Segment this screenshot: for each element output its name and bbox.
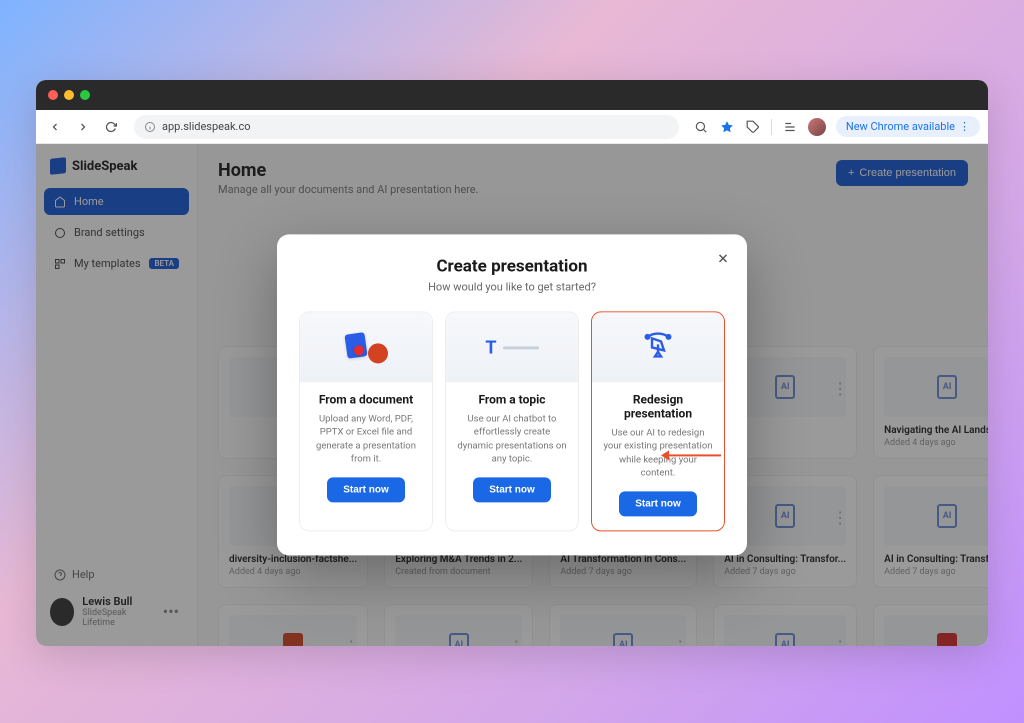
- option-description: Use our AI to redesign your existing pre…: [592, 426, 724, 479]
- app-body: SlideSpeak Home Brand settings My templa…: [36, 144, 988, 646]
- close-icon: [716, 251, 730, 265]
- option-from-document[interactable]: From a document Upload any Word, PDF, PP…: [299, 311, 433, 531]
- close-modal-button[interactable]: [713, 248, 733, 268]
- modal-options: From a document Upload any Word, PDF, PP…: [299, 311, 725, 531]
- maximize-window-button[interactable]: [80, 90, 90, 100]
- forward-button[interactable]: [72, 116, 94, 138]
- reload-button[interactable]: [100, 116, 122, 138]
- browser-toolbar: app.slidespeak.co New Chrome available ⋮: [36, 110, 988, 144]
- start-now-button[interactable]: Start now: [473, 478, 551, 503]
- url-text: app.slidespeak.co: [162, 120, 250, 133]
- powerpoint-icon: [368, 343, 388, 363]
- text-cursor-icon: T: [485, 337, 496, 358]
- option-title: From a document: [311, 392, 421, 406]
- profile-avatar[interactable]: [808, 118, 826, 136]
- pen-vector-icon: [640, 329, 676, 365]
- window-titlebar: [36, 80, 988, 110]
- option-redesign-presentation[interactable]: Redesign presentation Use our AI to rede…: [591, 311, 725, 531]
- address-bar[interactable]: app.slidespeak.co: [134, 115, 679, 139]
- close-window-button[interactable]: [48, 90, 58, 100]
- document-illustration: [300, 312, 432, 382]
- browser-window: app.slidespeak.co New Chrome available ⋮: [36, 80, 988, 646]
- start-now-button[interactable]: Start now: [327, 478, 405, 503]
- separator: [771, 119, 772, 135]
- modal-subtitle: How would you like to get started?: [299, 280, 725, 293]
- option-description: Upload any Word, PDF, PPTX or Excel file…: [300, 412, 432, 465]
- back-button[interactable]: [44, 116, 66, 138]
- topic-illustration: T: [446, 312, 578, 382]
- start-now-button[interactable]: Start now: [619, 492, 697, 517]
- option-title: From a topic: [470, 392, 553, 406]
- modal-title: Create presentation: [299, 256, 725, 276]
- create-presentation-modal: Create presentation How would you like t…: [277, 234, 747, 555]
- media-control-icon[interactable]: [782, 119, 798, 135]
- chrome-update-pill[interactable]: New Chrome available ⋮: [836, 116, 980, 137]
- option-from-topic[interactable]: T From a topic Use our AI chatbot to eff…: [445, 311, 579, 531]
- bookmark-star-icon[interactable]: [719, 119, 735, 135]
- toolbar-right: New Chrome available ⋮: [693, 116, 980, 137]
- extensions-icon[interactable]: [745, 119, 761, 135]
- site-info-icon: [144, 121, 156, 133]
- kebab-icon: ⋮: [959, 120, 970, 133]
- minimize-window-button[interactable]: [64, 90, 74, 100]
- option-description: Use our AI chatbot to effortlessly creat…: [446, 412, 578, 465]
- option-title: Redesign presentation: [592, 392, 724, 420]
- line-icon: [503, 346, 539, 349]
- redesign-illustration: [592, 312, 724, 382]
- zoom-icon[interactable]: [693, 119, 709, 135]
